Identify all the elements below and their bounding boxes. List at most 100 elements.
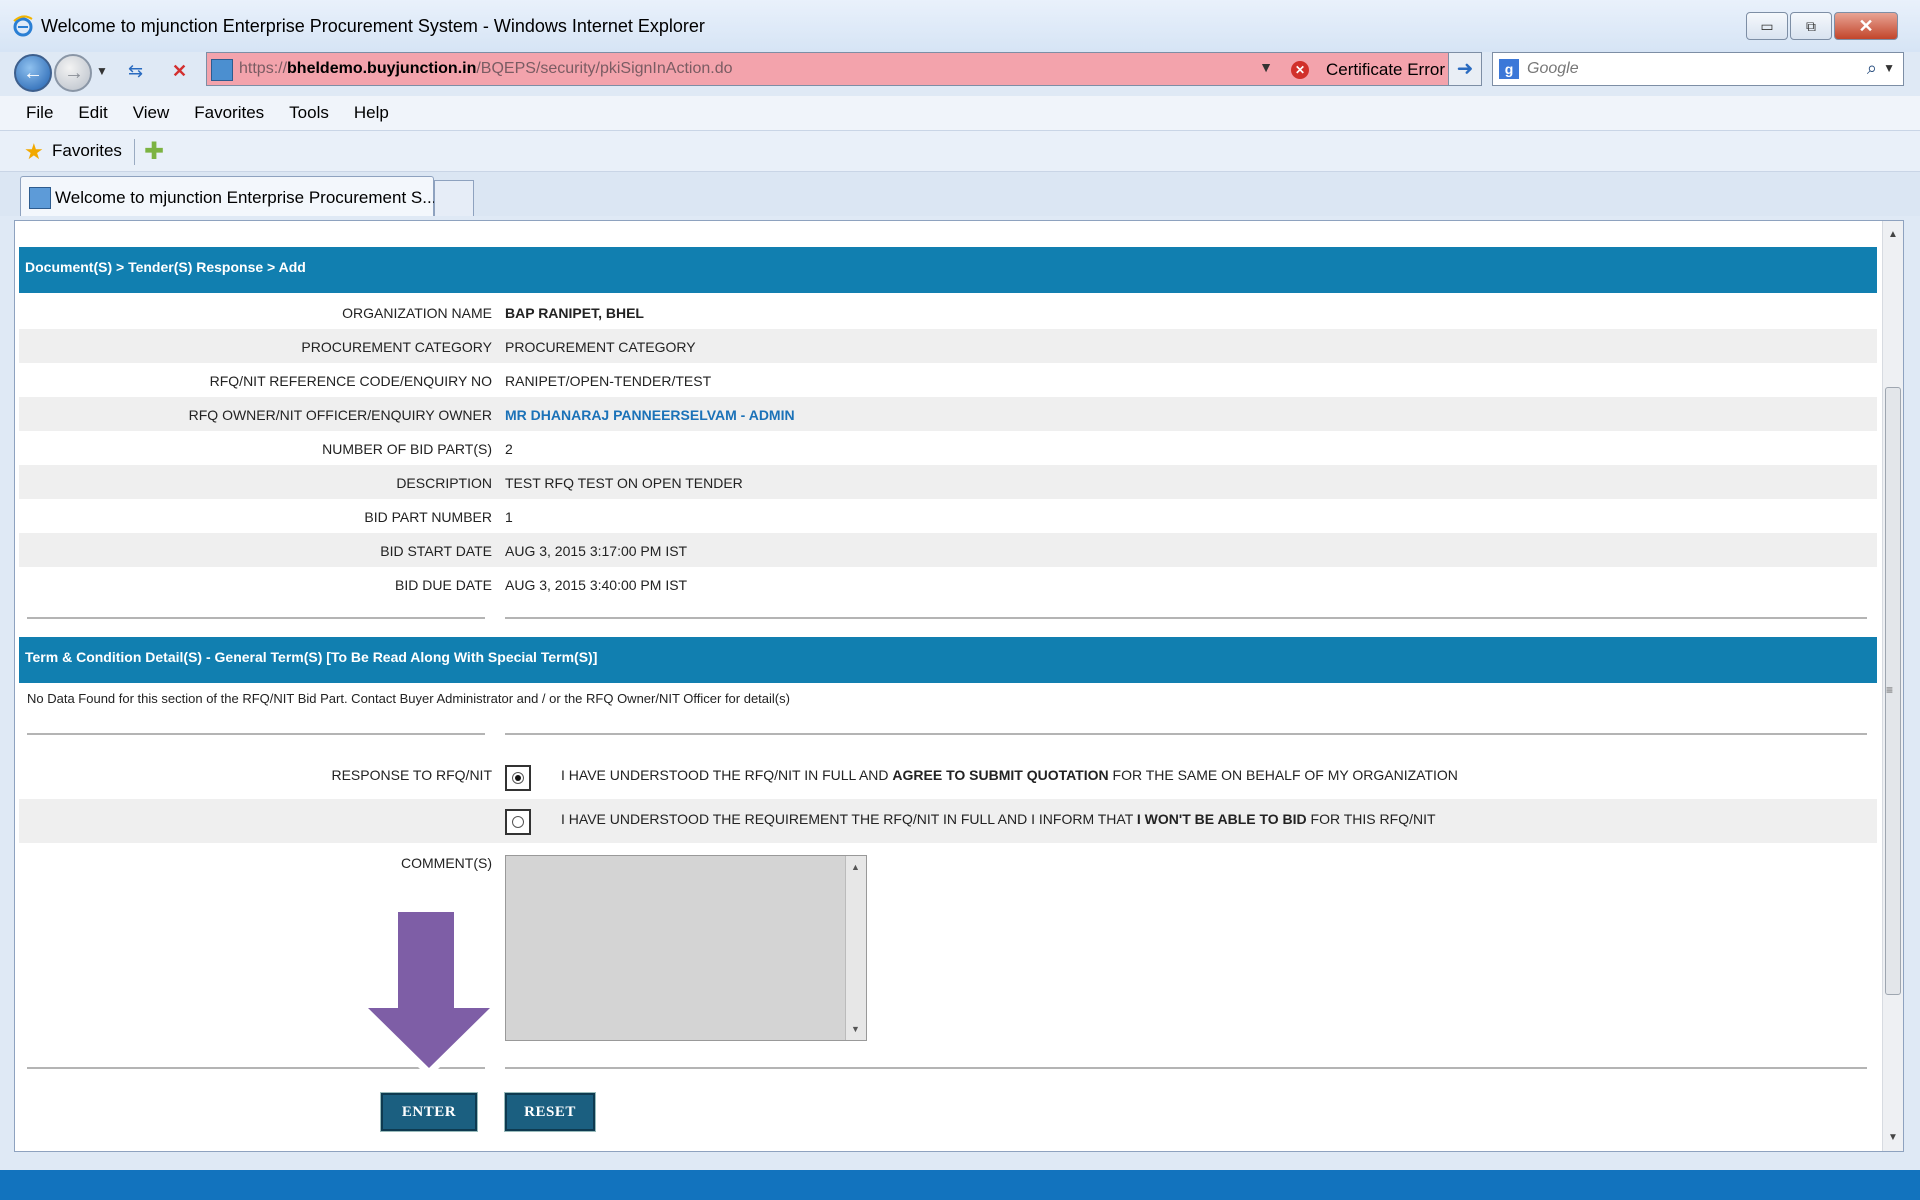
detail-value: 2: [505, 441, 513, 457]
favorites-button[interactable]: Favorites: [52, 141, 122, 161]
tab-page-icon: [29, 187, 51, 209]
comments-row: COMMENT(S): [19, 851, 1877, 885]
radio-dot: [512, 772, 524, 784]
agree-option-text[interactable]: I HAVE UNDERSTOOD THE RFQ/NIT IN FULL AN…: [561, 767, 1458, 783]
address-url[interactable]: https://bheldemo.buyjunction.in/BQEPS/se…: [239, 60, 732, 78]
response-label: RESPONSE TO RFQ/NIT: [331, 767, 492, 783]
certificate-error-label[interactable]: Certificate Error: [1326, 60, 1445, 80]
menu-file[interactable]: File: [0, 103, 63, 123]
detail-label: BID PART NUMBER: [364, 509, 492, 525]
go-arrow-icon[interactable]: ➜: [1448, 53, 1481, 85]
page-scrollbar[interactable]: ▲ ≡ ▼: [1882, 221, 1903, 1151]
scrollbar-grip-icon: ≡: [1886, 683, 1894, 697]
section-divider: [505, 617, 1867, 619]
reset-button[interactable]: RESET: [504, 1092, 596, 1132]
back-arrow-icon: ←: [23, 62, 43, 84]
scroll-up-icon[interactable]: ▲: [1888, 229, 1898, 240]
detail-value: TEST RFQ TEST ON OPEN TENDER: [505, 475, 743, 491]
menu-favorites[interactable]: Favorites: [179, 103, 274, 123]
detail-label: NUMBER OF BID PART(S): [322, 441, 492, 457]
detail-value: AUG 3, 2015 3:40:00 PM IST: [505, 577, 688, 593]
refresh-icon[interactable]: ⇆: [128, 61, 143, 82]
navigation-bar: ← → ▼ ⇆ ✕ https://bheldemo.buyjunction.i…: [0, 52, 1920, 92]
page-icon: [211, 59, 233, 81]
section-divider: [505, 1067, 1867, 1069]
comments-label: COMMENT(S): [401, 855, 492, 871]
menu-edit[interactable]: Edit: [63, 103, 117, 123]
forward-arrow-icon: →: [64, 62, 84, 84]
favorites-separator: [134, 139, 135, 165]
detail-row: PROCUREMENT CATEGORY PROCUREMENT CATEGOR…: [19, 329, 1877, 363]
tab-bar: Welcome to mjunction Enterprise Procurem…: [0, 172, 1920, 216]
detail-row: RFQ OWNER/NIT OFFICER/ENQUIRY OWNER MR D…: [19, 397, 1877, 431]
google-icon: g: [1499, 59, 1519, 79]
detail-row: BID DUE DATE AUG 3, 2015 3:40:00 PM IST: [19, 567, 1877, 601]
detail-label: BID START DATE: [380, 543, 492, 559]
new-tab-button[interactable]: [434, 180, 474, 216]
agree-radio[interactable]: [505, 765, 531, 791]
rfq-owner-link[interactable]: MR DHANARAJ PANNEERSELVAM - ADMIN: [505, 407, 795, 423]
history-dropdown-icon[interactable]: ▼: [96, 64, 108, 78]
detail-row: RFQ/NIT REFERENCE CODE/ENQUIRY NO RANIPE…: [19, 363, 1877, 397]
response-row: RESPONSE TO RFQ/NIT I HAVE UNDERSTOOD TH…: [19, 755, 1877, 799]
address-dropdown-icon[interactable]: ▼: [1259, 59, 1273, 75]
add-to-favorites-icon[interactable]: ✚: [144, 137, 164, 166]
page-viewport: Document(S) > Tender(S) Response > Add O…: [14, 220, 1904, 1152]
enter-button[interactable]: ENTER: [380, 1092, 478, 1132]
response-row: I HAVE UNDERSTOOD THE REQUIREMENT THE RF…: [19, 799, 1877, 843]
menu-help[interactable]: Help: [339, 103, 399, 123]
decline-radio[interactable]: [505, 809, 531, 835]
detail-value: 1: [505, 509, 513, 525]
certificate-error-icon[interactable]: ✕: [1291, 61, 1309, 79]
detail-label: PROCUREMENT CATEGORY: [301, 339, 492, 355]
menu-view[interactable]: View: [118, 103, 180, 123]
address-bar[interactable]: https://bheldemo.buyjunction.in/BQEPS/se…: [206, 52, 1482, 86]
detail-label: DESCRIPTION: [396, 475, 492, 491]
comments-textarea[interactable]: ▲ ▼: [505, 855, 867, 1048]
scroll-up-icon[interactable]: ▲: [851, 862, 860, 872]
forward-button[interactable]: →: [54, 54, 92, 92]
close-window-button[interactable]: ✕: [1834, 12, 1898, 40]
detail-row: BID START DATE AUG 3, 2015 3:17:00 PM IS…: [19, 533, 1877, 567]
tab-active[interactable]: Welcome to mjunction Enterprise Procurem…: [20, 176, 436, 216]
back-button[interactable]: ←: [14, 54, 52, 92]
detail-label: BID DUE DATE: [395, 577, 492, 593]
detail-row: BID PART NUMBER 1: [19, 499, 1877, 533]
favorites-bar: ★ Favorites ✚: [0, 131, 1920, 172]
detail-label: RFQ/NIT REFERENCE CODE/ENQUIRY NO: [209, 373, 492, 389]
radio-dot: [512, 816, 524, 828]
section-divider: [505, 733, 1867, 735]
minimize-button[interactable]: ▭: [1746, 12, 1788, 40]
section-divider: [27, 733, 485, 735]
no-data-message: No Data Found for this section of the RF…: [27, 691, 790, 706]
search-icon[interactable]: ⌕: [1867, 58, 1877, 79]
maximize-button[interactable]: ⧉: [1790, 12, 1832, 40]
window-titlebar: Welcome to mjunction Enterprise Procurem…: [0, 0, 1920, 52]
detail-value: AUG 3, 2015 3:17:00 PM IST: [505, 543, 688, 559]
breadcrumb: Document(S) > Tender(S) Response > Add: [19, 247, 1877, 293]
scroll-down-icon[interactable]: ▼: [1888, 1132, 1898, 1143]
search-box[interactable]: g Google ⌕ ▼: [1492, 52, 1904, 86]
detail-value: RANIPET/OPEN-TENDER/TEST: [505, 373, 712, 389]
comments-scrollbar[interactable]: ▲ ▼: [845, 856, 866, 1040]
detail-row: ORGANIZATION NAME BAP RANIPET, BHEL: [19, 295, 1877, 329]
comments-input[interactable]: [506, 856, 854, 1048]
bottom-band: [0, 1170, 1920, 1200]
annotation-arrow-icon: [356, 906, 505, 1078]
decline-option-text[interactable]: I HAVE UNDERSTOOD THE REQUIREMENT THE RF…: [561, 811, 1436, 827]
detail-row: DESCRIPTION TEST RFQ TEST ON OPEN TENDER: [19, 465, 1877, 499]
stop-icon[interactable]: ✕: [172, 61, 187, 82]
window-title: Welcome to mjunction Enterprise Procurem…: [41, 16, 705, 36]
menu-tools[interactable]: Tools: [274, 103, 339, 123]
detail-value: PROCUREMENT CATEGORY: [505, 339, 696, 355]
tab-title[interactable]: Welcome to mjunction Enterprise Procurem…: [55, 188, 436, 208]
favorites-star-icon[interactable]: ★: [24, 139, 44, 165]
detail-label: RFQ OWNER/NIT OFFICER/ENQUIRY OWNER: [188, 407, 492, 423]
section-divider: [27, 617, 485, 619]
detail-value: BAP RANIPET, BHEL: [505, 305, 644, 321]
detail-label: ORGANIZATION NAME: [342, 305, 492, 321]
scroll-down-icon[interactable]: ▼: [851, 1024, 860, 1034]
search-placeholder[interactable]: Google: [1527, 60, 1579, 78]
search-dropdown-icon[interactable]: ▼: [1883, 61, 1895, 75]
internet-explorer-icon: [13, 15, 33, 37]
